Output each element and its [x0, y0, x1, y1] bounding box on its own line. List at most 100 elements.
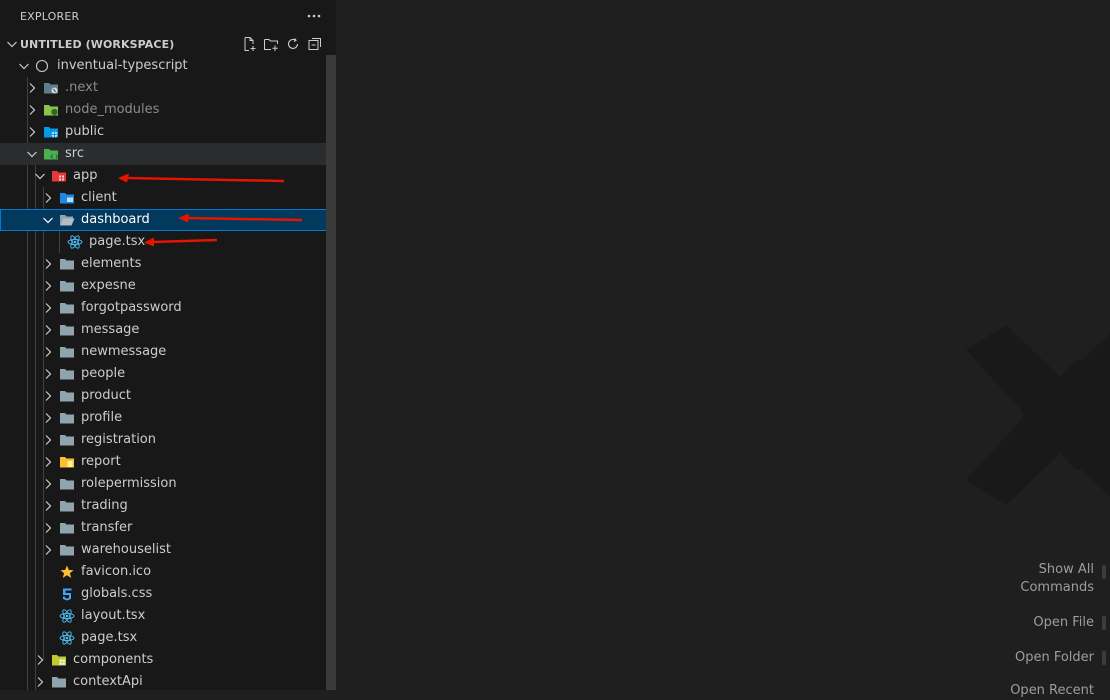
app-folder-icon: [52, 171, 66, 182]
hint-open-file: Open File: [1033, 614, 1094, 632]
folder-icon: [60, 545, 74, 556]
tree-item-folder[interactable]: elements: [0, 253, 336, 275]
folder-icon: [60, 325, 74, 336]
tree-item-label: expesne: [81, 278, 136, 293]
folder-icon: [60, 369, 74, 380]
tree-item-label: elements: [81, 256, 142, 271]
tree-item-label: client: [81, 190, 117, 205]
folder-icon: [60, 303, 74, 314]
chevron-right-icon: [45, 347, 52, 357]
tree-item-folder[interactable]: people: [0, 363, 336, 385]
tree-item-folder[interactable]: forgotpassword: [0, 297, 336, 319]
tree-item-folder[interactable]: registration: [0, 429, 336, 451]
tree-item-label: src: [65, 146, 84, 161]
folder-icon: [60, 523, 74, 534]
css-icon: [63, 588, 72, 601]
tree-item-label: people: [81, 366, 126, 381]
tree-item-label: node_modules: [65, 102, 160, 117]
tree-item-label: profile: [81, 410, 123, 425]
next-folder-icon: [44, 83, 58, 94]
tree-item-folder[interactable]: product: [0, 385, 336, 407]
tree-item-folder[interactable]: rolepermission: [0, 473, 336, 495]
chevron-right-icon: [37, 677, 44, 687]
tree-item-label: public: [65, 124, 105, 139]
ellipsis-icon[interactable]: [304, 6, 324, 26]
hint-label: Open Folder: [1014, 650, 1094, 665]
tree-item-file[interactable]: favicon.ico: [0, 561, 336, 583]
tree-item-folder[interactable]: newmessage: [0, 341, 336, 363]
collapse-all-icon[interactable]: [306, 35, 324, 53]
tree-item-label: trading: [81, 498, 128, 513]
tree-item-folder[interactable]: warehouselist: [0, 539, 336, 561]
chevron-right-icon: [45, 193, 52, 203]
star-icon: [60, 565, 74, 578]
tree-item-file[interactable]: layout.tsx: [0, 605, 336, 627]
chevron-right-icon: [29, 83, 36, 93]
folder-icon: [60, 501, 74, 512]
folder-icon: [60, 435, 74, 446]
tree-item-folder[interactable]: components: [0, 649, 336, 671]
folder-open-icon: [60, 215, 75, 226]
tree-item-folder[interactable]: profile: [0, 407, 336, 429]
scrollbar-thumb[interactable]: [326, 55, 336, 690]
chevron-right-icon: [45, 369, 52, 379]
tree-item-label: .next: [65, 80, 98, 95]
hint-open-folder: Open Folder: [1015, 649, 1094, 667]
tree-item-file[interactable]: page.tsx: [0, 627, 336, 649]
new-file-icon[interactable]: [240, 35, 258, 53]
chevron-down-icon: [7, 41, 17, 48]
chevron-right-icon: [45, 281, 52, 291]
tree-item-file[interactable]: globals.css: [0, 583, 336, 605]
tree-item-folder[interactable]: contextApi: [0, 671, 336, 690]
tree-item-folder[interactable]: node_modules: [0, 99, 336, 121]
tree-item-label: inventual-typescript: [57, 58, 188, 73]
annotation-arrow-app: [118, 173, 285, 183]
react-icon: [59, 609, 75, 623]
new-folder-icon[interactable]: [262, 35, 280, 53]
src-folder-icon: [44, 149, 59, 160]
annotation-arrow-dashboard: [178, 213, 303, 223]
tree-item-label: favicon.ico: [81, 564, 152, 579]
tree-item-label: newmessage: [81, 344, 167, 359]
react-icon: [59, 631, 75, 645]
report-folder-icon: [60, 457, 74, 468]
hint-show-all-commands: Show All Commands: [1020, 561, 1094, 597]
workspace-header[interactable]: UNTITLED (WORKSPACE): [0, 33, 336, 55]
chevron-right-icon: [45, 479, 52, 489]
tree-item-label: page.tsx: [81, 630, 138, 645]
folder-icon: [60, 479, 74, 490]
explorer-sidebar: EXPLORER UNTITLED (WORKSPACE) inventual-…: [0, 0, 336, 690]
tree-item-folder[interactable]: message: [0, 319, 336, 341]
tree-item-label: transfer: [81, 520, 133, 535]
tree-item-folder[interactable]: client: [0, 187, 336, 209]
tree-item-folder[interactable]: public: [0, 121, 336, 143]
chevron-right-icon: [37, 655, 44, 665]
explorer-title: EXPLORER: [20, 10, 80, 23]
tree-item-folder[interactable]: transfer: [0, 517, 336, 539]
folder-icon: [60, 281, 74, 292]
tree-item-label: registration: [81, 432, 157, 447]
tree-item-folder[interactable]: report: [0, 451, 336, 473]
tree-item-folder[interactable]: expesne: [0, 275, 336, 297]
tree-item-label: globals.css: [81, 586, 153, 601]
chevron-down-icon: [27, 151, 37, 158]
tree-item-label: page.tsx: [89, 234, 146, 249]
editor-area: Show All Commands Open File Open Folder …: [336, 0, 1110, 698]
root-folder-icon: [35, 59, 49, 73]
hint-open-recent: Open Recent: [1010, 682, 1094, 700]
folder-icon: [52, 677, 66, 688]
scrollbar[interactable]: [326, 55, 336, 690]
tree-item-label: report: [81, 454, 121, 469]
tree-item-folder[interactable]: src: [0, 143, 336, 165]
shortcut-key: [1102, 616, 1106, 630]
chevron-right-icon: [45, 457, 52, 467]
tree-item-root[interactable]: inventual-typescript: [0, 55, 336, 77]
tree-item-folder[interactable]: .next: [0, 77, 336, 99]
react-icon: [67, 235, 83, 249]
refresh-icon[interactable]: [284, 35, 302, 53]
chevron-right-icon: [45, 501, 52, 511]
chevron-right-icon: [45, 413, 52, 423]
chevron-right-icon: [45, 545, 52, 555]
tree-item-folder[interactable]: trading: [0, 495, 336, 517]
chevron-right-icon: [45, 391, 52, 401]
